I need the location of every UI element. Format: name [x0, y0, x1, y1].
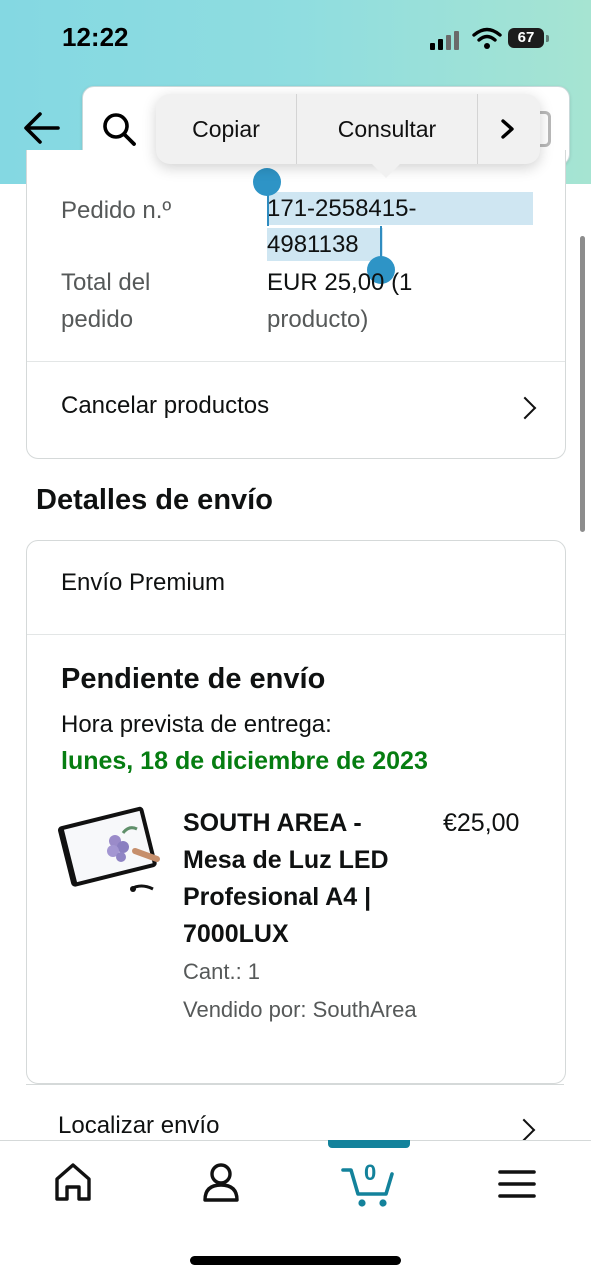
scrollbar[interactable]	[580, 236, 585, 532]
battery-cap	[546, 35, 549, 42]
wifi-icon	[472, 27, 502, 49]
selection-start-handle[interactable]	[253, 168, 281, 196]
total-value-line1: EUR 25,00 (1	[267, 269, 413, 296]
divider	[27, 634, 565, 635]
order-number-line1[interactable]: 171-2558415-	[267, 190, 416, 227]
total-value-line2: producto)	[267, 306, 369, 333]
product-image[interactable]	[57, 805, 163, 901]
shipment-card: Envío Premium Pendiente de envío Hora pr…	[26, 540, 566, 1084]
active-tab-indicator	[328, 1140, 410, 1148]
text-context-menu: Copiar Consultar	[156, 94, 540, 164]
status-time: 12:22	[62, 22, 129, 52]
chevron-right-icon[interactable]	[513, 396, 537, 420]
order-number-label: Pedido n.º	[61, 197, 172, 224]
status-icons: 67	[430, 26, 560, 54]
signal-icon	[430, 30, 464, 50]
product-title[interactable]: SOUTH AREA - Mesa de Luz LED Profesional…	[183, 805, 433, 953]
product-title-line[interactable]: Profesional A4 |	[183, 879, 433, 916]
order-number-line2[interactable]: 4981138	[267, 226, 359, 263]
product-title-line[interactable]: 7000LUX	[183, 916, 433, 953]
menu-pointer	[370, 162, 402, 178]
track-shipment-label[interactable]: Localizar envío	[58, 1112, 219, 1140]
product-title-line[interactable]: SOUTH AREA -	[183, 805, 433, 842]
cancel-products-label[interactable]: Cancelar productos	[61, 392, 269, 420]
shipping-details-heading: Detalles de envío	[36, 484, 273, 516]
menu-icon[interactable]	[498, 1168, 536, 1200]
product-title-line[interactable]: Mesa de Luz LED	[183, 842, 433, 879]
divider	[26, 1084, 564, 1085]
product-quantity: Cant.: 1	[183, 959, 261, 984]
chevron-right-icon[interactable]	[498, 118, 518, 140]
eta-label: Hora prevista de entrega:	[61, 711, 332, 738]
product-price: €25,00	[443, 809, 520, 837]
home-icon[interactable]	[52, 1160, 94, 1204]
cart-count-badge: 0	[364, 1160, 377, 1185]
divider	[27, 361, 565, 362]
copy-menu-item[interactable]: Copiar	[156, 94, 296, 164]
cart-tab[interactable]: 0	[340, 1160, 400, 1210]
chevron-right-icon[interactable]	[512, 1118, 536, 1142]
eta-date: lunes, 18 de diciembre de 2023	[61, 747, 428, 775]
back-arrow-icon[interactable]	[22, 110, 62, 146]
account-icon[interactable]	[200, 1160, 242, 1204]
home-indicator	[190, 1256, 401, 1265]
shipment-status: Pendiente de envío	[61, 663, 326, 695]
product-seller[interactable]: Vendido por: SouthArea	[183, 997, 417, 1023]
shipping-method: Envío Premium	[61, 569, 226, 596]
search-icon[interactable]	[101, 111, 137, 147]
lookup-menu-item[interactable]: Consultar	[297, 94, 477, 164]
battery-icon: 67	[508, 28, 544, 48]
total-label-line2: pedido	[61, 306, 134, 333]
order-summary-card: Pedido n.º 171-2558415- 4981138 Total de…	[26, 150, 566, 459]
total-label-line1: Total del	[61, 269, 151, 296]
menu-divider	[477, 94, 478, 164]
